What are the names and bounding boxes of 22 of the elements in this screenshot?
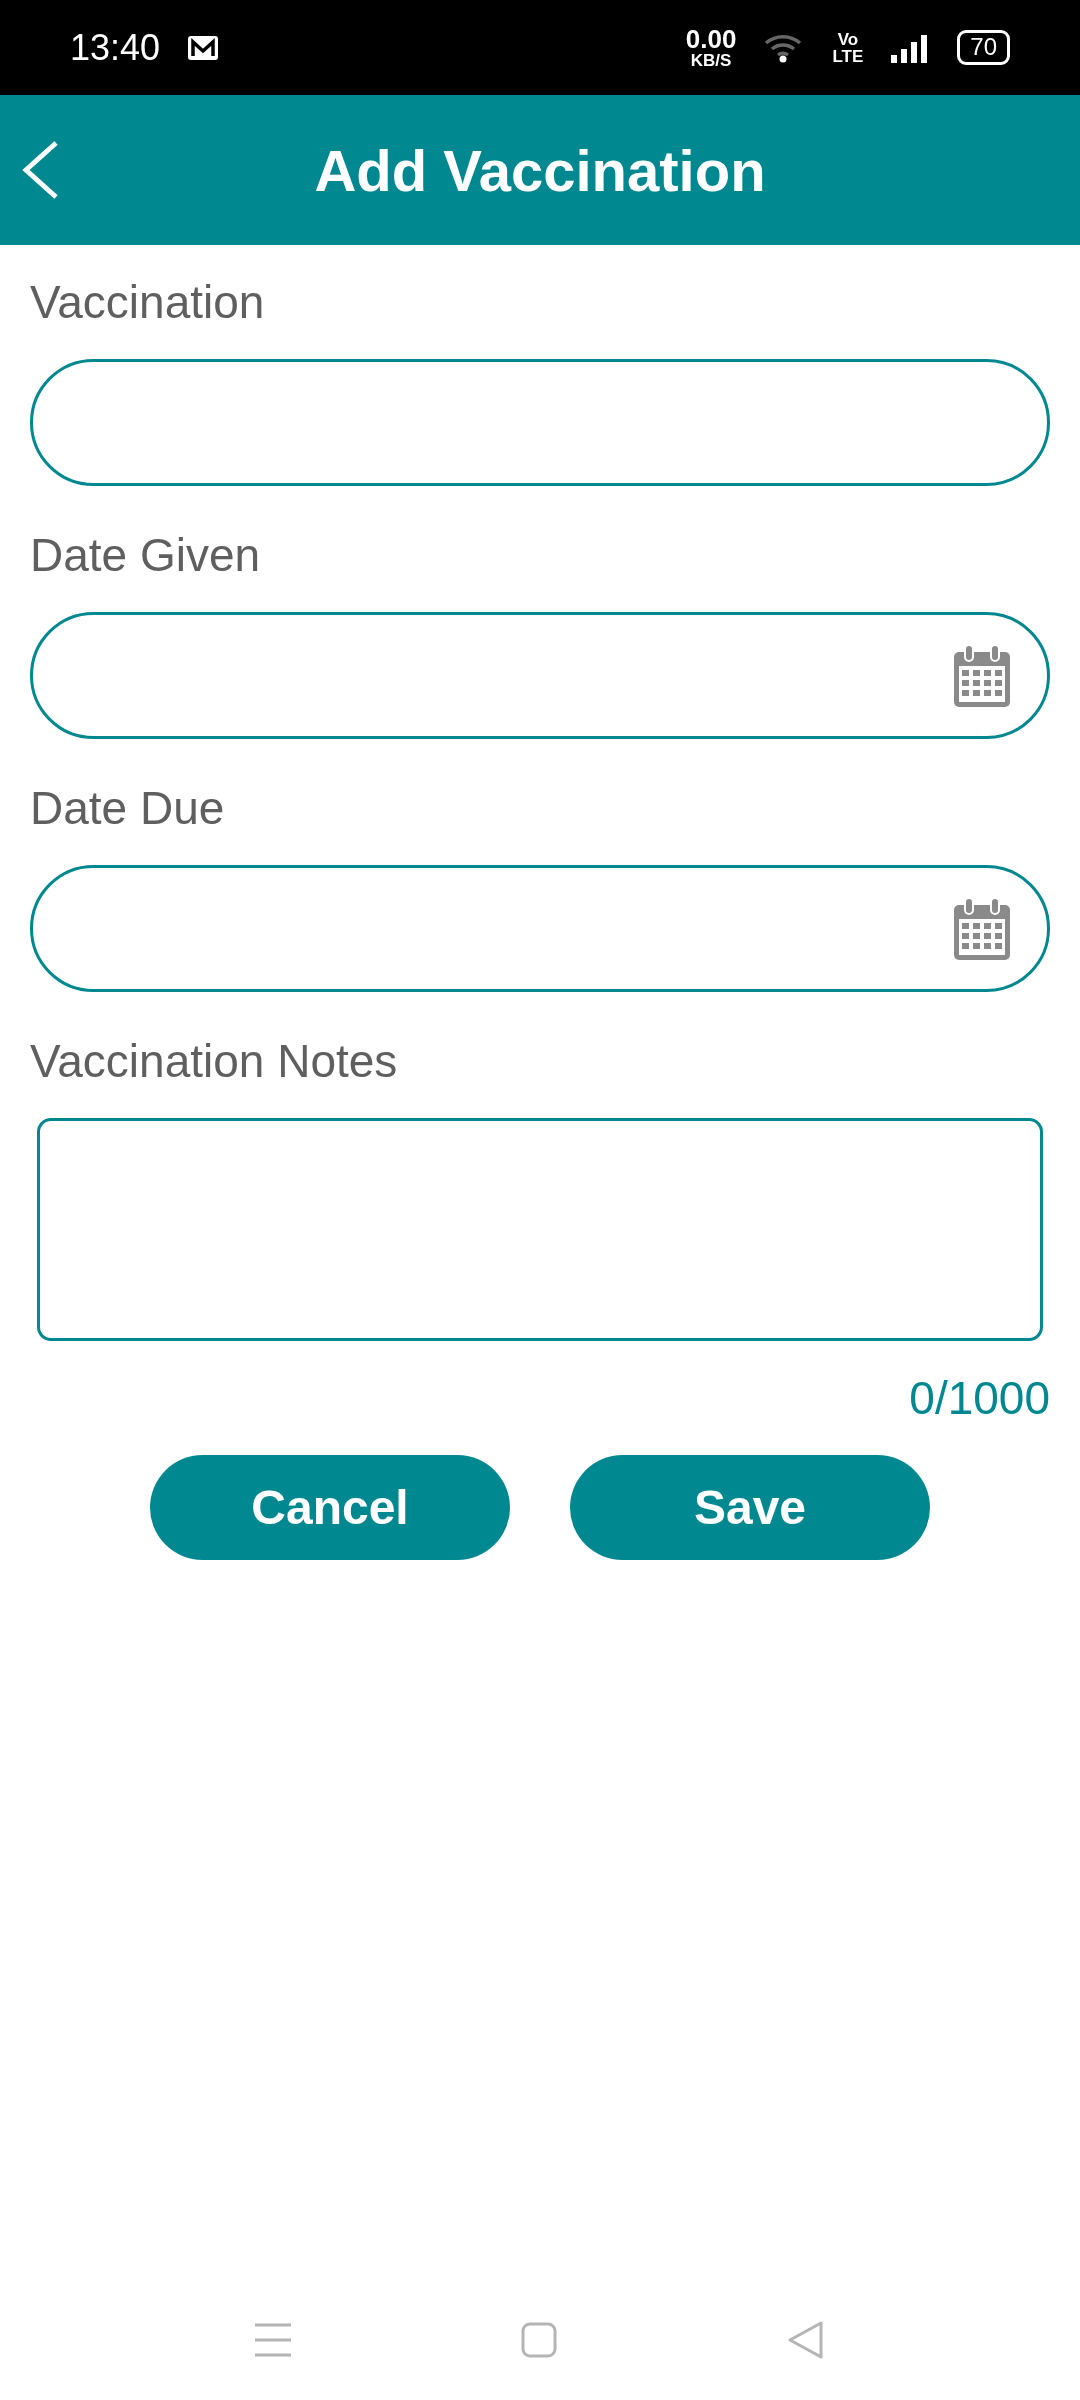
input-field[interactable] (30, 865, 1050, 992)
lte-label: LTE (832, 47, 864, 65)
mail-icon (188, 35, 219, 60)
cancel-button[interactable]: Cancel (150, 1455, 510, 1560)
calendar-icon[interactable] (953, 643, 1011, 708)
field-label: Vaccination Notes (30, 1034, 399, 1088)
page-title: Add Vaccination (314, 136, 766, 204)
character-counter: 0/1000 (909, 1371, 1050, 1425)
input-field[interactable] (30, 612, 1050, 739)
network-speed-value: 0.00 (685, 26, 737, 52)
calendar-icon[interactable] (953, 896, 1011, 961)
input-field[interactable] (30, 359, 1050, 486)
volte-label: Vo (837, 30, 859, 48)
network-speed-unit: KB/S (690, 52, 732, 69)
field-label: Date Given (30, 528, 262, 582)
field-label: Vaccination (30, 275, 266, 329)
save-button[interactable]: Save (570, 1455, 930, 1560)
notes-field[interactable] (37, 1118, 1043, 1341)
status-time: 13:40 (70, 26, 161, 69)
battery-indicator: 70 (957, 30, 1010, 65)
field-label: Date Due (30, 781, 226, 835)
signal-icon (891, 32, 930, 63)
